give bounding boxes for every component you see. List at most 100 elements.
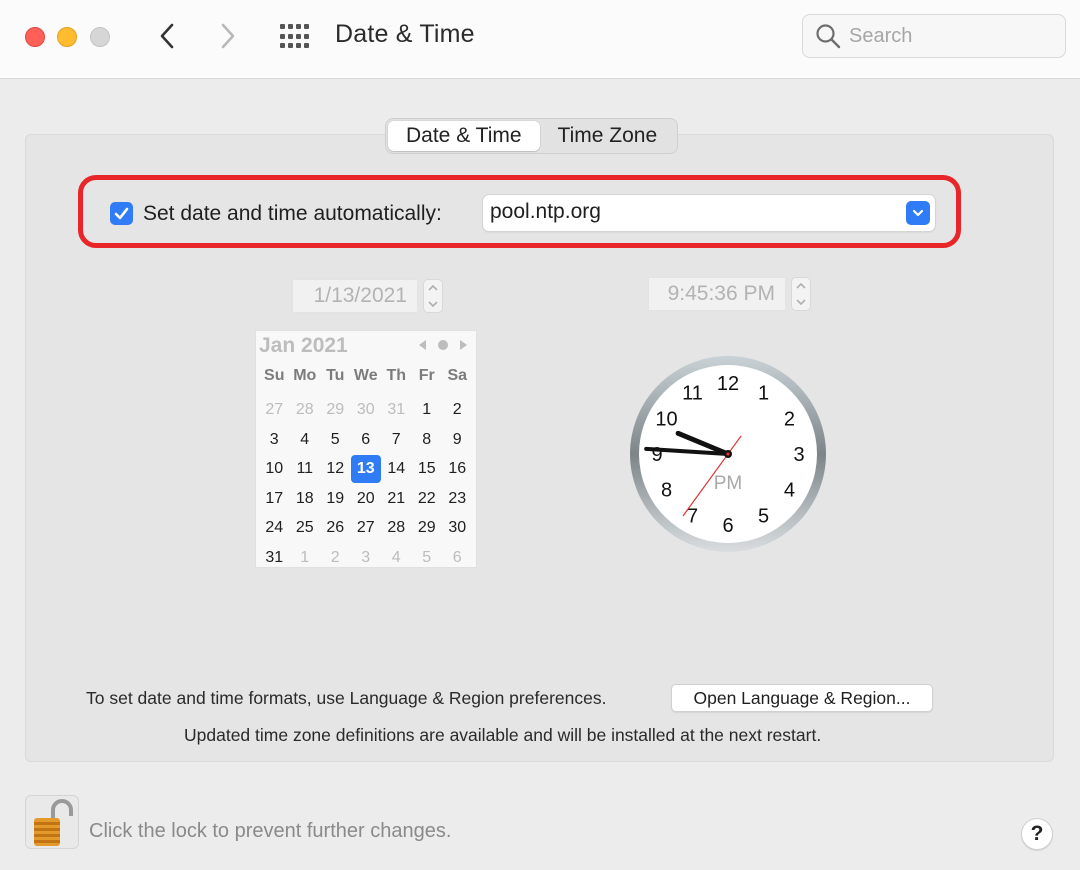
minimize-window-button[interactable] [57,27,77,47]
date-stepper[interactable] [423,279,443,313]
chevron-left-icon [160,23,174,49]
timezone-note: Updated time zone definitions are availa… [184,725,822,745]
calendar-day[interactable]: 30 [351,395,382,425]
clock-center-dot [726,452,730,456]
calendar-day[interactable]: 2 [320,543,351,573]
clock-numeral: 5 [758,505,769,527]
stepper-down-icon [428,301,438,308]
calendar-day[interactable]: 31 [381,395,412,425]
calendar-day[interactable]: 5 [320,425,351,455]
open-language-region-button[interactable]: Open Language & Region... [671,684,933,712]
calendar-day[interactable]: 12 [320,454,351,484]
clock-numeral: 1 [758,383,769,405]
calendar-day[interactable]: 29 [412,513,443,543]
time-stepper[interactable] [791,277,811,311]
tab-date-time[interactable]: Date & Time [388,121,540,151]
calendar-day[interactable]: 27 [351,513,382,543]
calendar-day[interactable]: 10 [259,454,290,484]
time-server-value: pool.ntp.org [490,200,601,223]
calendar-day[interactable]: 18 [290,484,321,514]
clock-period: PM [714,473,743,494]
calendar-day[interactable]: 21 [381,484,412,514]
toolbar: Date & Time [0,0,1080,79]
calendar-day[interactable]: 26 [320,513,351,543]
clock-numeral: 8 [661,480,672,502]
weekday-label: Tu [326,367,345,384]
calendar-day[interactable]: 22 [412,484,443,514]
calendar-day[interactable]: 24 [259,513,290,543]
calendar-day[interactable]: 30 [442,513,473,543]
weekday-label: Mo [293,367,317,384]
today-dot-icon[interactable] [437,339,449,351]
unlocked-padlock-icon [34,799,73,846]
chevron-down-icon[interactable] [906,201,930,225]
search-field[interactable] [802,14,1066,58]
lock-button[interactable] [25,795,79,849]
stepper-up-icon [796,282,806,289]
calendar-day[interactable]: 17 [259,484,290,514]
calendar-day[interactable]: 4 [381,543,412,573]
calendar-weekdays: Su Mo Tu We Th Fr Sa [256,367,476,385]
previous-month-icon[interactable] [418,339,427,351]
chevron-right-icon [221,23,235,49]
calendar-day[interactable]: 19 [320,484,351,514]
time-server-select[interactable]: pool.ntp.org [483,195,935,231]
calendar-day[interactable]: 5 [412,543,443,573]
clock-numeral: 10 [655,409,677,431]
zoom-window-button[interactable] [90,27,110,47]
calendar-nav [418,339,468,351]
calendar-day[interactable]: 25 [290,513,321,543]
calendar-day[interactable]: 20 [351,484,382,514]
tab-time-zone[interactable]: Time Zone [540,121,676,151]
time-field[interactable]: 9:45:36 PM [648,277,786,311]
checkmark-icon [114,207,129,220]
calendar-day[interactable]: 23 [442,484,473,514]
weekday-label: Su [264,367,285,384]
auto-time-checkbox[interactable] [110,202,133,225]
calendar-day[interactable]: 28 [290,395,321,425]
calendar-day[interactable]: 8 [412,425,443,455]
calendar-day[interactable]: 16 [442,454,473,484]
auto-time-highlight: Set date and time automatically: pool.nt… [78,175,961,248]
grid-icon [280,24,285,29]
stepper-down-icon [796,299,806,306]
clock-numeral: 4 [784,480,795,502]
back-button[interactable] [150,18,184,54]
calendar-day[interactable]: 29 [320,395,351,425]
calendar-day[interactable]: 9 [442,425,473,455]
help-button[interactable]: ? [1021,818,1053,850]
formats-text: To set date and time formats, use Langua… [86,688,607,708]
stepper-up-icon [428,284,438,291]
search-input[interactable] [849,24,1049,48]
calendar-days: 27 28 29 30 31 1 2 3 4 5 6 7 8 9 10 11 12 13 14 15 16 17 18 19 2… [256,395,476,573]
auto-time-label: Set date and time automatically: [143,202,442,225]
calendar-day[interactable]: 31 [259,543,290,573]
calendar-day[interactable]: 27 [259,395,290,425]
close-window-button[interactable] [25,27,45,47]
calendar-day[interactable]: 15 [412,454,443,484]
weekday-label: Th [386,367,407,384]
calendar-month: Jan 2021 [259,334,348,357]
calendar-day[interactable]: 13 [350,455,381,483]
calendar-day[interactable]: 6 [351,425,382,455]
next-month-icon[interactable] [459,339,468,351]
weekday-label: Sa [447,367,468,384]
calendar-day[interactable]: 1 [290,543,321,573]
forward-button[interactable] [211,18,245,54]
calendar-day[interactable]: 3 [351,543,382,573]
calendar-day[interactable]: 11 [290,454,321,484]
date-field[interactable]: 1/13/2021 [292,279,418,313]
calendar-day[interactable]: 6 [442,543,473,573]
calendar-day[interactable]: 7 [381,425,412,455]
calendar-day[interactable]: 2 [442,395,473,425]
calendar-day[interactable]: 14 [381,454,412,484]
calendar-day[interactable]: 3 [259,425,290,455]
calendar-day[interactable]: 1 [412,395,443,425]
calendar-day[interactable]: 28 [381,513,412,543]
window-title: Date & Time [335,20,475,48]
clock-numeral: 12 [717,373,739,395]
search-icon [816,24,841,49]
show-all-grid-button[interactable] [278,22,312,52]
calendar-day[interactable]: 4 [290,425,321,455]
analog-clock: 12 1234567891011PM [630,356,826,552]
